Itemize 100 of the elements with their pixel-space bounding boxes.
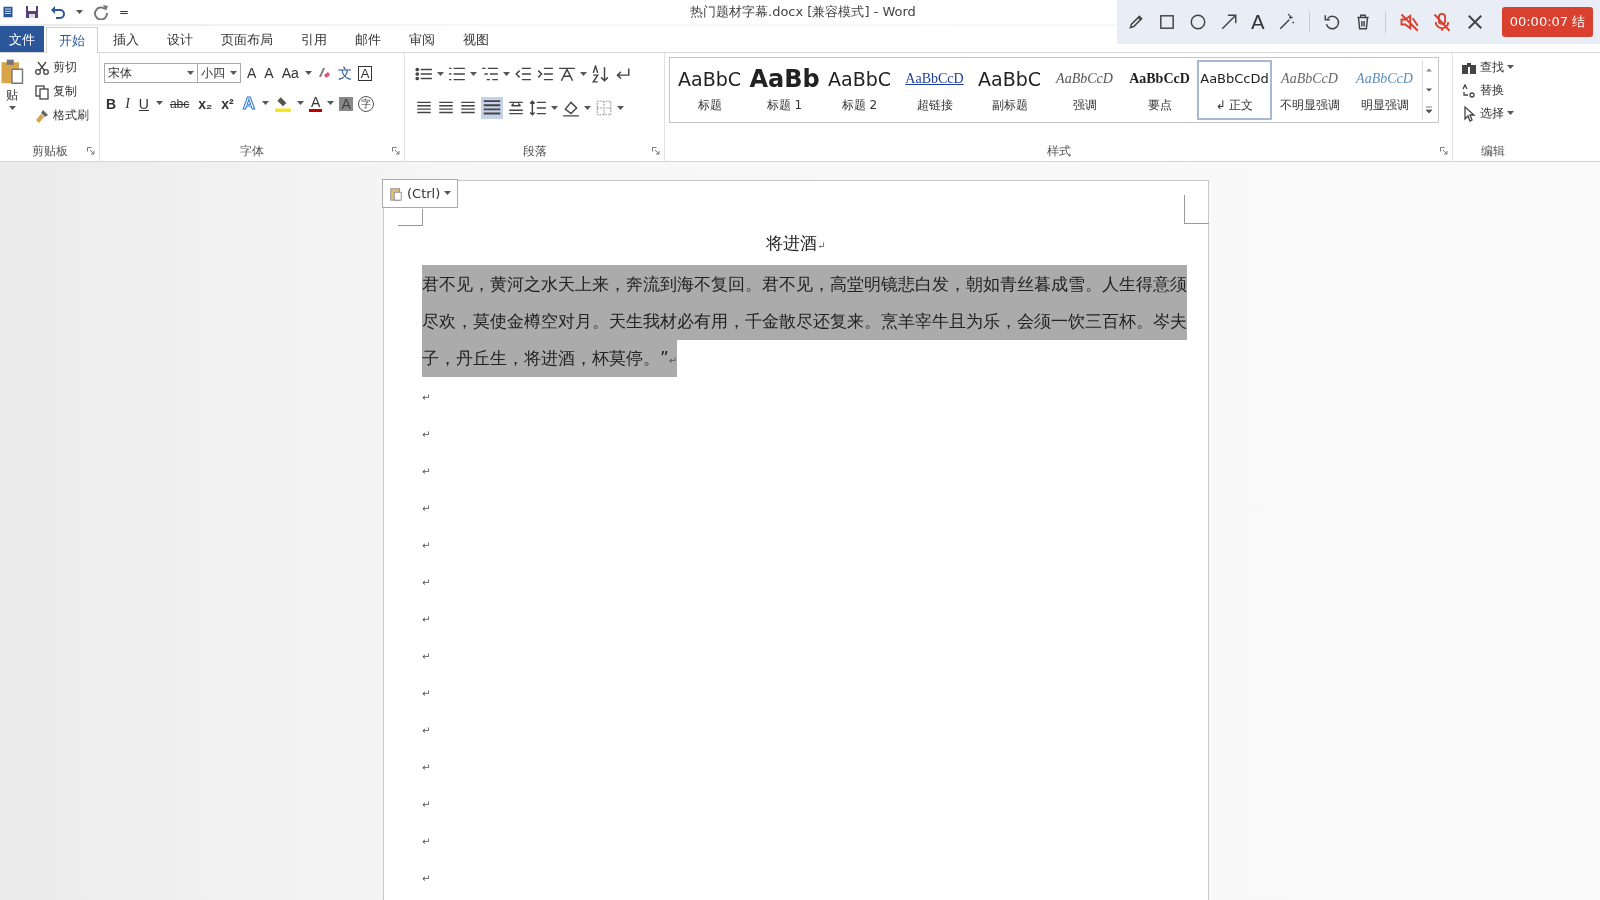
paste-icon[interactable] bbox=[0, 57, 26, 85]
strikethrough-button[interactable]: abc bbox=[167, 95, 192, 112]
text-tool-button[interactable]: A bbox=[1251, 12, 1265, 32]
increase-indent-icon[interactable] bbox=[536, 65, 554, 83]
select-button[interactable]: 选择 bbox=[1461, 105, 1529, 122]
phonetic-guide-button[interactable]: 文 bbox=[335, 64, 354, 82]
format-painter-button[interactable]: 格式刷 bbox=[34, 107, 89, 124]
dropdown-arrow-icon[interactable] bbox=[327, 101, 335, 106]
arrow-tool-icon[interactable] bbox=[1220, 13, 1238, 31]
paste-options-button[interactable]: (Ctrl) bbox=[382, 179, 459, 208]
font-size-field[interactable]: 小四 bbox=[197, 63, 241, 83]
redo-icon[interactable] bbox=[93, 4, 109, 20]
ribbon-tab[interactable]: 邮件 bbox=[342, 26, 394, 52]
dialog-launcher-icon[interactable] bbox=[1440, 147, 1448, 155]
grow-font-button[interactable]: A bbox=[245, 64, 259, 82]
replace-icon[interactable] bbox=[1461, 82, 1477, 99]
microphone-muted-icon[interactable] bbox=[1431, 12, 1452, 32]
dropdown-arrow-icon[interactable] bbox=[76, 9, 83, 15]
ribbon-tab[interactable]: 视图 bbox=[450, 26, 502, 52]
word-icon[interactable] bbox=[2, 6, 14, 18]
dropdown-arrow-icon[interactable] bbox=[584, 105, 591, 111]
style-gallery-item[interactable]: AaBbCcD 要点 bbox=[1122, 60, 1197, 120]
style-gallery-item[interactable]: AaBb 标题 1 bbox=[747, 60, 822, 120]
cut-button[interactable]: 剪切 bbox=[34, 59, 89, 76]
style-gallery-item[interactable]: AaBbC 标题 2 bbox=[822, 60, 897, 120]
circle-tool-icon[interactable] bbox=[1189, 13, 1207, 31]
ribbon-tab[interactable]: 文件 bbox=[0, 26, 44, 52]
pencil-icon[interactable] bbox=[1127, 13, 1145, 31]
style-gallery-item[interactable]: AaBbC 副标题 bbox=[972, 60, 1047, 120]
style-gallery-item[interactable]: AaBbCcD 明显强调 bbox=[1347, 60, 1422, 120]
dropdown-arrow-icon[interactable] bbox=[1507, 65, 1514, 70]
subscript-button[interactable]: x₂ bbox=[196, 94, 215, 113]
paragraph-mark: ↵ bbox=[422, 466, 431, 477]
magic-wand-icon[interactable] bbox=[1277, 13, 1296, 31]
distributed-icon[interactable] bbox=[507, 99, 525, 117]
dropdown-arrow-icon[interactable] bbox=[437, 71, 444, 77]
copy-button[interactable]: 复制 bbox=[34, 83, 89, 100]
dropdown-arrow-icon[interactable] bbox=[1507, 111, 1514, 116]
decrease-indent-icon[interactable] bbox=[514, 65, 532, 83]
change-case-button[interactable]: Aa bbox=[279, 64, 301, 82]
shading-icon[interactable] bbox=[562, 99, 580, 117]
shrink-font-button[interactable]: A bbox=[262, 64, 276, 82]
undo-icon[interactable] bbox=[1322, 13, 1341, 31]
dropdown-arrow-icon[interactable] bbox=[617, 105, 624, 111]
clipboard-icon[interactable] bbox=[389, 186, 403, 201]
numbering-icon[interactable] bbox=[448, 65, 466, 83]
ribbon-tab[interactable]: 设计 bbox=[154, 26, 206, 52]
text-direction-icon[interactable] bbox=[558, 65, 576, 83]
recording-timer[interactable]: 00:00:07 结 bbox=[1501, 7, 1594, 37]
undo-icon[interactable] bbox=[50, 4, 66, 20]
brush-icon[interactable] bbox=[34, 107, 50, 124]
bold-button[interactable]: B bbox=[104, 94, 119, 113]
cursor-icon[interactable] bbox=[1461, 105, 1477, 122]
dropdown-arrow-icon[interactable] bbox=[470, 71, 477, 77]
paragraph-mark: ↵ bbox=[422, 762, 431, 773]
dropdown-arrow-icon[interactable] bbox=[503, 71, 510, 77]
ribbon-tab[interactable]: 开始 bbox=[46, 27, 98, 53]
superscript-button[interactable]: x² bbox=[219, 94, 236, 113]
dropdown-arrow-icon[interactable] bbox=[155, 101, 163, 106]
ribbon-tab[interactable]: 页面布局 bbox=[208, 26, 286, 52]
copy-icon[interactable] bbox=[34, 83, 50, 100]
replace-button[interactable]: 替换 bbox=[1461, 82, 1529, 99]
font-color-button[interactable]: A bbox=[309, 95, 323, 112]
rectangle-tool-icon[interactable] bbox=[1158, 13, 1176, 31]
dialog-launcher-icon[interactable] bbox=[87, 147, 95, 155]
customize-toolbar-button[interactable]: = bbox=[119, 5, 130, 19]
dropdown-arrow-icon[interactable] bbox=[262, 101, 270, 106]
dropdown-arrow-icon[interactable] bbox=[304, 70, 312, 76]
scissors-icon[interactable] bbox=[34, 59, 50, 76]
style-gallery-item[interactable]: AaBbCcD 超链接 bbox=[897, 60, 972, 120]
style-gallery-item[interactable]: AaBbCcD 不明显强调 bbox=[1272, 60, 1347, 120]
ribbon-tab[interactable]: 插入 bbox=[100, 26, 152, 52]
ribbon-tab[interactable]: 审阅 bbox=[396, 26, 448, 52]
style-gallery-item[interactable]: AaBbCcDd ↲ 正文 bbox=[1197, 60, 1272, 120]
line-spacing-icon[interactable] bbox=[529, 99, 547, 117]
style-preview: AaBbCcD bbox=[1129, 69, 1190, 88]
ribbon-tab[interactable]: 引用 bbox=[288, 26, 340, 52]
sort-icon[interactable] bbox=[591, 65, 609, 83]
dropdown-arrow-icon[interactable] bbox=[297, 101, 305, 106]
italic-button[interactable]: I bbox=[123, 94, 132, 113]
font-name-field[interactable]: 宋体 bbox=[104, 63, 198, 83]
dropdown-arrow-icon[interactable] bbox=[187, 70, 194, 76]
dropdown-arrow-icon[interactable] bbox=[230, 70, 237, 76]
underline-button[interactable]: U bbox=[136, 94, 151, 113]
find-button[interactable]: 查找 bbox=[1461, 59, 1529, 76]
character-border-button[interactable]: A bbox=[357, 65, 373, 81]
style-gallery-item[interactable]: AaBbCcD 强调 bbox=[1047, 60, 1122, 120]
dropdown-arrow-icon[interactable] bbox=[551, 105, 558, 111]
justify-icon[interactable] bbox=[481, 97, 503, 119]
bullets-icon[interactable] bbox=[415, 65, 433, 83]
style-gallery-item[interactable]: AaBbC 标题 bbox=[672, 60, 747, 120]
dropdown-arrow-icon[interactable] bbox=[444, 191, 452, 196]
dropdown-arrow-icon[interactable] bbox=[8, 106, 16, 111]
dialog-launcher-icon[interactable] bbox=[392, 147, 400, 155]
dropdown-arrow-icon[interactable] bbox=[580, 71, 587, 77]
speaker-muted-icon[interactable] bbox=[1398, 12, 1419, 32]
multilevel-list-icon[interactable] bbox=[481, 65, 499, 83]
dialog-launcher-icon[interactable] bbox=[652, 147, 660, 155]
save-icon[interactable] bbox=[24, 4, 40, 20]
paste-button[interactable]: 贴 bbox=[6, 87, 18, 104]
